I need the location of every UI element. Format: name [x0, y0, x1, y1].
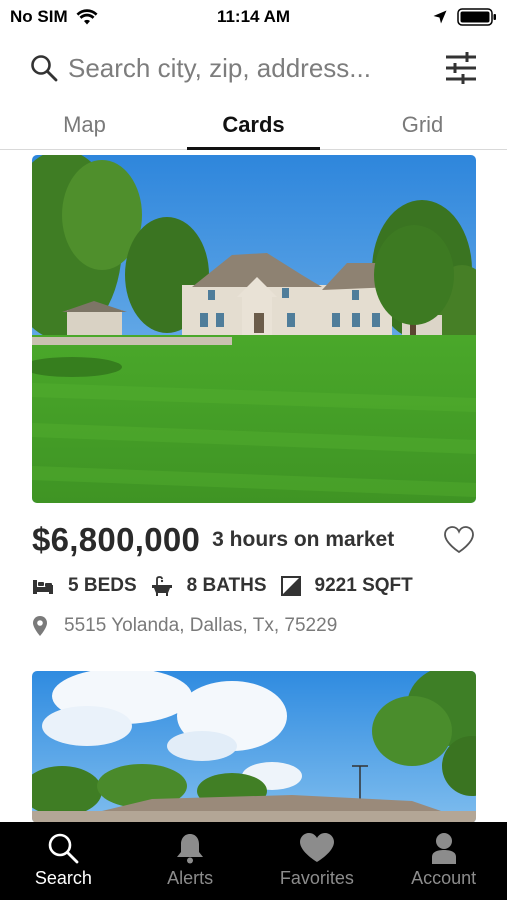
heart-outline-icon [444, 526, 474, 554]
sqft-value: 9221 SQFT [314, 575, 413, 596]
favorite-button[interactable] [442, 523, 476, 557]
tab-cards[interactable]: Cards [169, 100, 338, 150]
status-right [433, 8, 497, 26]
heart-icon [299, 833, 334, 862]
view-tabs: Map Cards Grid [0, 100, 507, 150]
tab-map[interactable]: Map [0, 100, 169, 149]
listing-price: $6,800,000 [32, 521, 201, 558]
beds-fact: 5 BEDS [32, 575, 137, 597]
baths-count: 8 BATHS [186, 575, 267, 596]
area-icon [280, 576, 301, 596]
bathtub-icon [151, 576, 172, 596]
price-row: $6,800,000 3 hours on market [32, 521, 476, 559]
bell-icon [177, 834, 204, 864]
filter-button[interactable] [443, 48, 479, 88]
listing-address: 5515 Yolanda, Dallas, Tx, 75229 [32, 615, 337, 637]
listing-facts: 5 BEDS 8 BATHS 9221 SQFT [32, 575, 427, 597]
listing-card[interactable]: $6,800,000 3 hours on market 5 BEDS 8 BA… [32, 155, 476, 655]
battery-icon [457, 8, 496, 26]
nav-favorites[interactable]: Favorites [254, 822, 381, 900]
nav-alerts-label: Alerts [167, 868, 214, 888]
search-bar [0, 42, 507, 94]
bottom-nav: Search Alerts Favorites Account [0, 822, 507, 900]
listing-photo[interactable] [32, 155, 476, 503]
nav-account[interactable]: Account [380, 822, 507, 900]
nav-favorites-label: Favorites [279, 868, 354, 888]
status-bar: No SIM 11:14 AM [0, 0, 507, 34]
search-icon [31, 55, 58, 82]
location-arrow-icon [433, 10, 447, 24]
beds-count: 5 BEDS [68, 575, 137, 596]
market-time: 3 hours on market [212, 528, 395, 551]
status-left: No SIM [10, 7, 98, 27]
listing-photo[interactable] [32, 671, 476, 823]
sqft-fact: 9221 SQFT [280, 575, 413, 597]
tab-grid[interactable]: Grid [338, 100, 507, 149]
listing-card[interactable] [32, 671, 476, 823]
nav-search[interactable]: Search [0, 822, 127, 900]
baths-fact: 8 BATHS [151, 575, 267, 597]
search-input[interactable] [68, 46, 443, 90]
map-pin-icon [33, 616, 47, 636]
wifi-icon [76, 9, 98, 25]
nav-search-label: Search [34, 868, 92, 888]
nav-account-label: Account [411, 868, 477, 888]
search-icon [49, 833, 79, 864]
sliders-icon [446, 52, 476, 84]
address-text: 5515 Yolanda, Dallas, Tx, 75229 [64, 615, 338, 636]
person-icon [431, 833, 456, 864]
bed-icon [33, 580, 53, 594]
nav-alerts[interactable]: Alerts [127, 822, 254, 900]
carrier-label: No SIM [10, 7, 68, 26]
